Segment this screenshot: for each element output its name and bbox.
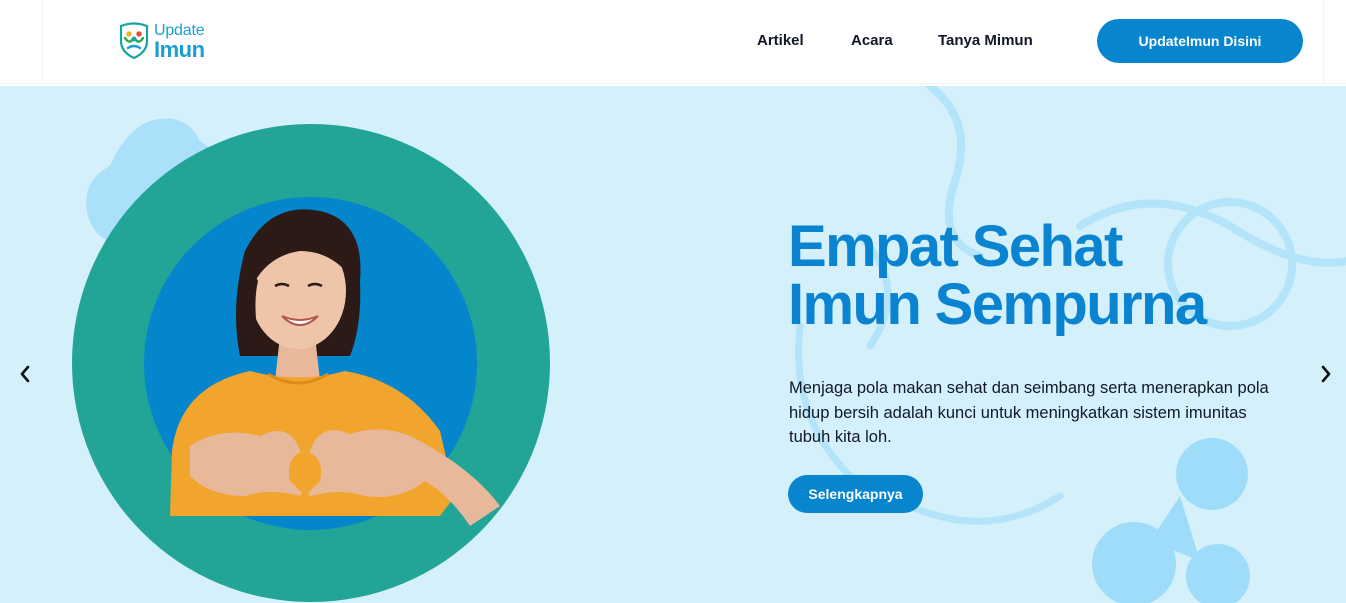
chevron-left-icon — [20, 365, 30, 383]
hero-title-line1: Empat Sehat — [788, 214, 1123, 279]
hero-woman-image — [170, 209, 500, 526]
selengkapnya-button[interactable]: Selengkapnya — [788, 475, 923, 513]
site-header: Update Imun Artikel Acara Tanya Mimun Up… — [0, 0, 1346, 84]
carousel-next-button[interactable] — [1316, 362, 1336, 386]
carousel-prev-button[interactable] — [15, 362, 35, 386]
nav-item-artikel[interactable]: Artikel — [757, 32, 804, 49]
brand-logo[interactable]: Update Imun — [118, 22, 228, 62]
shield-family-icon — [119, 22, 149, 60]
nav-item-tanya-mimun[interactable]: Tanya Mimun — [938, 32, 1033, 49]
hero-title: Empat Sehat Imun Sempurna — [788, 218, 1308, 334]
brand-wordmark: Update Imun — [154, 22, 205, 62]
hero-title-line2: Imun Sempurna — [788, 272, 1207, 337]
brand-line2: Imun — [154, 37, 205, 62]
hero-description: Menjaga pola makan sehat dan seimbang se… — [789, 379, 1269, 446]
nav-item-acara[interactable]: Acara — [851, 32, 893, 49]
updateimun-cta-button[interactable]: UpdateImun Disini — [1097, 19, 1303, 63]
hero-carousel-slide: Empat Sehat Imun Sempurna Menjaga pola m… — [0, 86, 1346, 603]
chevron-right-icon — [1321, 365, 1331, 383]
